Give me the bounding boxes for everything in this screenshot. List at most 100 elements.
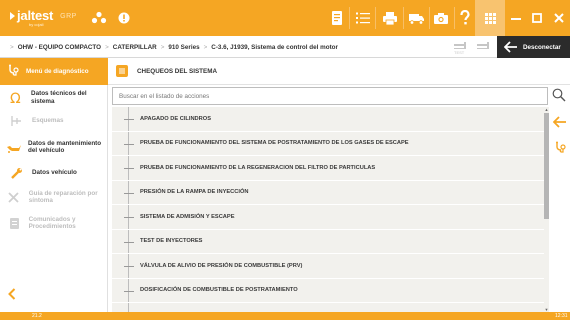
vertical-scrollbar[interactable]: ▲ ▼ (544, 107, 549, 312)
list-item[interactable]: DOSIFICACIÓN DE COMBUSTIBLE DE POSTRATAM… (112, 279, 544, 303)
schematic-icon (6, 115, 26, 127)
search-input[interactable] (113, 92, 547, 100)
chevron-left-icon[interactable] (8, 287, 16, 305)
tree-branch (124, 143, 134, 145)
truck-icon[interactable] (405, 0, 427, 36)
toolbar-divider (454, 7, 455, 29)
list-item[interactable]: APAGADO DE CILINDROS (112, 107, 544, 132)
list-item[interactable]: VÁLVULA DE ALIVIO DE PRESIÓN DE COMBUSTI… (112, 254, 544, 279)
camera-icon[interactable] (430, 0, 452, 36)
breadcrumb-item[interactable]: 910 Series (168, 44, 199, 51)
sidebar-item-schematics: Esquemas (0, 110, 108, 132)
diagnostic-menu-icon[interactable] (555, 140, 566, 158)
list-item[interactable]: SISTEMA DE ADMISIÓN Y ESCAPE (112, 205, 544, 230)
repair-tools-icon (6, 191, 23, 204)
list-item-label: PRUEBA DE FUNCIONAMIENTO DEL SISTEMA DE … (140, 140, 409, 147)
document-icon (6, 217, 23, 230)
tree-branch (124, 290, 134, 292)
list-item[interactable]: PRESIÓN DE LA RAMPA DE INYECCIÓN (112, 181, 544, 205)
apps-grid-icon[interactable] (475, 0, 505, 36)
sidebar: Menú de diagnóstico Ω Datos técnicos del… (0, 58, 108, 312)
search-box[interactable] (112, 87, 548, 105)
disconnect-button[interactable]: Desconectar (497, 36, 570, 58)
sidebar-item-label: Datos de mantenimiento del vehículo (28, 139, 102, 155)
signal-icon (522, 313, 528, 320)
help-icon[interactable] (456, 0, 474, 36)
list-item[interactable]: PRUEBA DE FUNCIONAMIENTO DE LA REGENERAC… (112, 156, 544, 181)
omega-icon: Ω (6, 91, 25, 104)
oil-can-icon (6, 142, 22, 153)
sidebar-item-technical-data[interactable]: Ω Datos técnicos del sistema (0, 85, 108, 110)
logo-suffix: GRP (60, 13, 77, 20)
sidebar-header-label: Menú de diagnóstico (26, 68, 89, 75)
logo-mark-icon (10, 12, 15, 20)
list-item[interactable]: TEST DE INYECTORES (112, 230, 544, 254)
list-item-label: PRUEBA DE FUNCIONAMIENTO DE LA REGENERAC… (140, 164, 376, 171)
report-icon[interactable] (327, 0, 347, 36)
connector-icon[interactable] (475, 39, 491, 55)
connector-test-icon[interactable]: TEST (452, 39, 468, 55)
breadcrumb-item[interactable]: OHW - EQUIPO COMPACTO (18, 44, 101, 51)
breadcrumb-separator-icon: > (160, 43, 165, 51)
sidebar-item-repair-guide: Guía de reparación por síntoma (0, 184, 108, 210)
breadcrumb-separator-icon: > (105, 43, 109, 51)
version-label: 21.2 (32, 313, 42, 319)
sidebar-item-bulletins: Comunicados y Procedimientos (0, 210, 108, 236)
tree-branch (124, 168, 134, 169)
scroll-up-icon[interactable]: ▲ (544, 107, 549, 112)
battery-icon (538, 313, 546, 320)
sidebar-item-vehicle-data[interactable]: Datos vehículo (0, 162, 108, 184)
page-title: CHEQUEOS DEL SISTEMA (137, 67, 218, 75)
list-item-label: DOSIFICACIÓN DE COMBUSTIBLE DE POSTRATAM… (140, 287, 298, 294)
group-icon[interactable] (88, 0, 110, 36)
tree-branch (124, 266, 134, 267)
sidebar-item-label: Datos vehículo (32, 169, 77, 177)
toolbar-divider (403, 7, 404, 29)
breadcrumb: > OHW - EQUIPO COMPACTO > CATERPILLAR > … (6, 36, 338, 58)
sidebar-header[interactable]: Menú de diagnóstico (0, 58, 108, 85)
back-arrow-icon[interactable] (552, 115, 567, 133)
logo-subtext: by cojali (29, 22, 44, 27)
sidebar-item-maintenance-data[interactable]: Datos de mantenimiento del vehículo (0, 132, 108, 162)
wrench-icon (6, 167, 26, 180)
tree-branch (124, 217, 134, 218)
tree-branch (124, 119, 134, 120)
breadcrumb-item[interactable]: C-3.6, J1939, Sistema de control del mot… (211, 44, 338, 51)
sidebar-item-label: Guía de reparación por síntoma (28, 189, 98, 205)
toolbar-divider (375, 7, 376, 29)
logo-text: jaltest (17, 8, 54, 23)
toolbar-divider (349, 7, 350, 29)
minimize-icon[interactable] (506, 0, 526, 36)
tree-branch (124, 192, 134, 194)
maximize-icon[interactable] (527, 0, 547, 36)
svg-text:Ω: Ω (10, 91, 21, 104)
list-item[interactable]: PRUEBA DE FUNCIONAMIENTO DEL SISTEMA DE … (112, 132, 544, 156)
actions-list: APAGADO DE CILINDROS PRUEBA DE FUNCIONAMI… (112, 107, 544, 312)
list-icon[interactable] (353, 0, 373, 36)
disconnect-label: Desconectar (523, 43, 561, 51)
back-arrow-icon (504, 41, 517, 53)
panel-header: CHEQUEOS DEL SISTEMA (108, 58, 570, 85)
wifi-icon (504, 313, 512, 320)
sidebar-item-label: Comunicados y Procedimientos (28, 215, 76, 231)
status-bar: 21.2 12:31 (0, 312, 570, 320)
list-item-label: APAGADO DE CILINDROS (140, 115, 211, 122)
breadcrumb-separator-icon: > (10, 43, 14, 51)
svg-text:TEST: TEST (454, 50, 465, 55)
list-item-label: SISTEMA DE ADMISIÓN Y ESCAPE (140, 213, 235, 220)
alert-icon[interactable] (117, 0, 131, 36)
scroll-thumb[interactable] (544, 113, 549, 219)
checklist-icon (116, 65, 128, 77)
print-icon[interactable] (379, 0, 401, 36)
close-icon[interactable] (549, 0, 569, 36)
sidebar-item-label: Datos técnicos del sistema (31, 90, 87, 105)
search-icon[interactable] (552, 88, 566, 107)
sidebar-item-label: Esquemas (32, 117, 64, 125)
list-item-label: TEST DE INYECTORES (140, 238, 203, 245)
jaltest-logo: jaltest by cojali GRP (9, 9, 77, 27)
breadcrumb-item[interactable]: CATERPILLAR (113, 44, 157, 51)
screen-icon (489, 313, 496, 320)
main-panel: CHEQUEOS DEL SISTEMA APAGADO DE CILINDRO… (108, 58, 570, 312)
clock-label: 12:31 (555, 313, 568, 319)
list-item-label: VÁLVULA DE ALIVIO DE PRESIÓN DE COMBUSTI… (140, 262, 303, 269)
